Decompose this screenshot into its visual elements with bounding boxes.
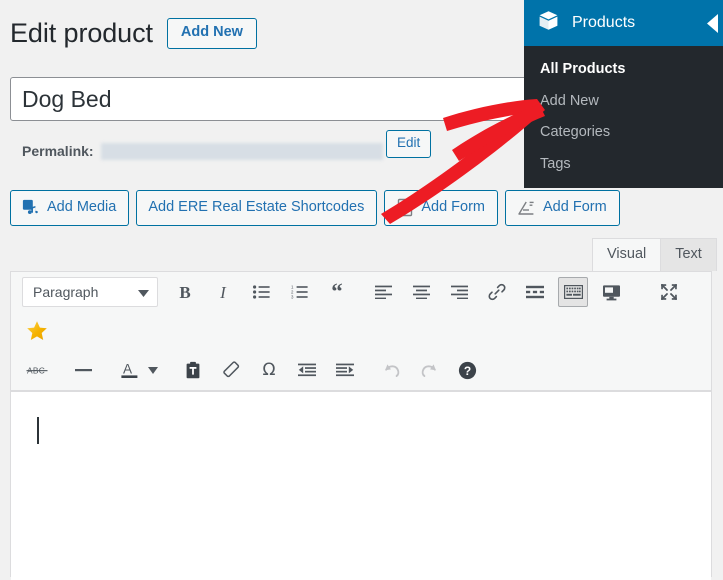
clear-formatting-icon[interactable] [216,355,246,385]
bulleted-list-icon[interactable] [246,277,276,307]
form-clipboard-icon [396,198,414,217]
add-form-triangle-button[interactable]: Add Form [505,190,620,226]
editor-mode-tabs: Visual Text [592,238,717,271]
permalink-url-redacted[interactable] [100,142,383,160]
tab-text[interactable]: Text [660,238,717,271]
text-caret [37,417,39,444]
add-ere-shortcodes-button[interactable]: Add ERE Real Estate Shortcodes [136,190,378,226]
align-right-icon[interactable] [444,277,474,307]
wp-editor: Paragraph B I 1 2 3 “ ABC A Ω ? [10,271,712,580]
add-form-triangle-label: Add Form [543,198,607,215]
editor-toolbar-row-3: ABC A Ω ? [11,350,711,390]
horizontal-rule-icon[interactable] [68,355,98,385]
star-icon[interactable] [22,316,52,346]
admin-sidebar-products-flyout: Products All Products Add New Categories… [524,0,723,188]
add-new-button[interactable]: Add New [166,18,257,49]
redo-icon[interactable] [414,355,444,385]
svg-text:3: 3 [291,295,294,299]
blockquote-icon[interactable]: “ [322,277,352,307]
add-media-label: Add Media [47,198,117,215]
chevron-down-icon [138,284,149,300]
align-center-icon[interactable] [406,277,436,307]
editor-content-area[interactable] [11,391,711,580]
svg-text:A: A [123,361,133,376]
text-color-icon[interactable]: A [114,355,144,385]
bold-icon[interactable]: B [170,277,200,307]
sidebar-header-products[interactable]: Products [524,0,723,46]
post-title-value: Dog Bed [22,85,112,112]
editor-toolbars: Paragraph B I 1 2 3 “ ABC A Ω ? [11,272,711,391]
read-more-icon[interactable] [520,277,550,307]
editor-toolbar-row-1: Paragraph B I 1 2 3 “ [11,272,711,312]
undo-icon[interactable] [376,355,406,385]
sidebar-header-label: Products [572,14,636,31]
sidebar-item-tags[interactable]: Tags [524,149,723,181]
align-left-icon[interactable] [368,277,398,307]
chevron-left-icon[interactable] [700,12,722,34]
keyboard-help-icon[interactable]: ? [452,355,482,385]
sidebar-item-all-products[interactable]: All Products [524,54,723,86]
add-form-clipboard-label: Add Form [421,198,486,215]
page-title: Edit product [10,17,153,48]
page-header: Edit product Add New [10,18,257,49]
permalink-label: Permalink: [22,143,94,159]
format-select-value: Paragraph [33,284,99,300]
indent-icon[interactable] [330,355,360,385]
tab-visual[interactable]: Visual [592,238,662,271]
paste-as-text-icon[interactable] [178,355,208,385]
permalink-edit-button[interactable]: Edit [386,130,432,158]
add-ere-shortcodes-label: Add ERE Real Estate Shortcodes [148,198,365,215]
permalink-row: Permalink: [22,136,383,166]
strikethrough-icon[interactable]: ABC [22,355,52,385]
add-form-clipboard-button[interactable]: Add Form [384,190,499,226]
svg-text:?: ? [463,364,470,378]
outdent-icon[interactable] [292,355,322,385]
link-icon[interactable] [482,277,512,307]
format-select[interactable]: Paragraph [22,277,158,307]
form-triangle-icon [517,199,536,217]
sidebar-submenu: All Products Add New Categories Tags [524,46,723,180]
add-media-button[interactable]: Add Media [10,190,130,226]
special-character-icon[interactable]: Ω [254,355,284,385]
italic-icon[interactable]: I [208,277,238,307]
products-box-icon [538,10,559,36]
sidebar-item-add-new[interactable]: Add New [524,86,723,118]
fullscreen-icon[interactable] [654,277,684,307]
toolbar-toggle-icon[interactable] [558,277,588,307]
distraction-free-icon[interactable] [596,277,626,307]
editor-toolbar-row-2 [11,312,711,350]
numbered-list-icon[interactable]: 1 2 3 [284,277,314,307]
media-buttons-row: Add Media Add ERE Real Estate Shortcodes… [10,190,620,226]
text-color-dropdown-icon[interactable] [144,355,162,385]
sidebar-item-categories[interactable]: Categories [524,117,723,149]
media-icon [22,199,40,217]
